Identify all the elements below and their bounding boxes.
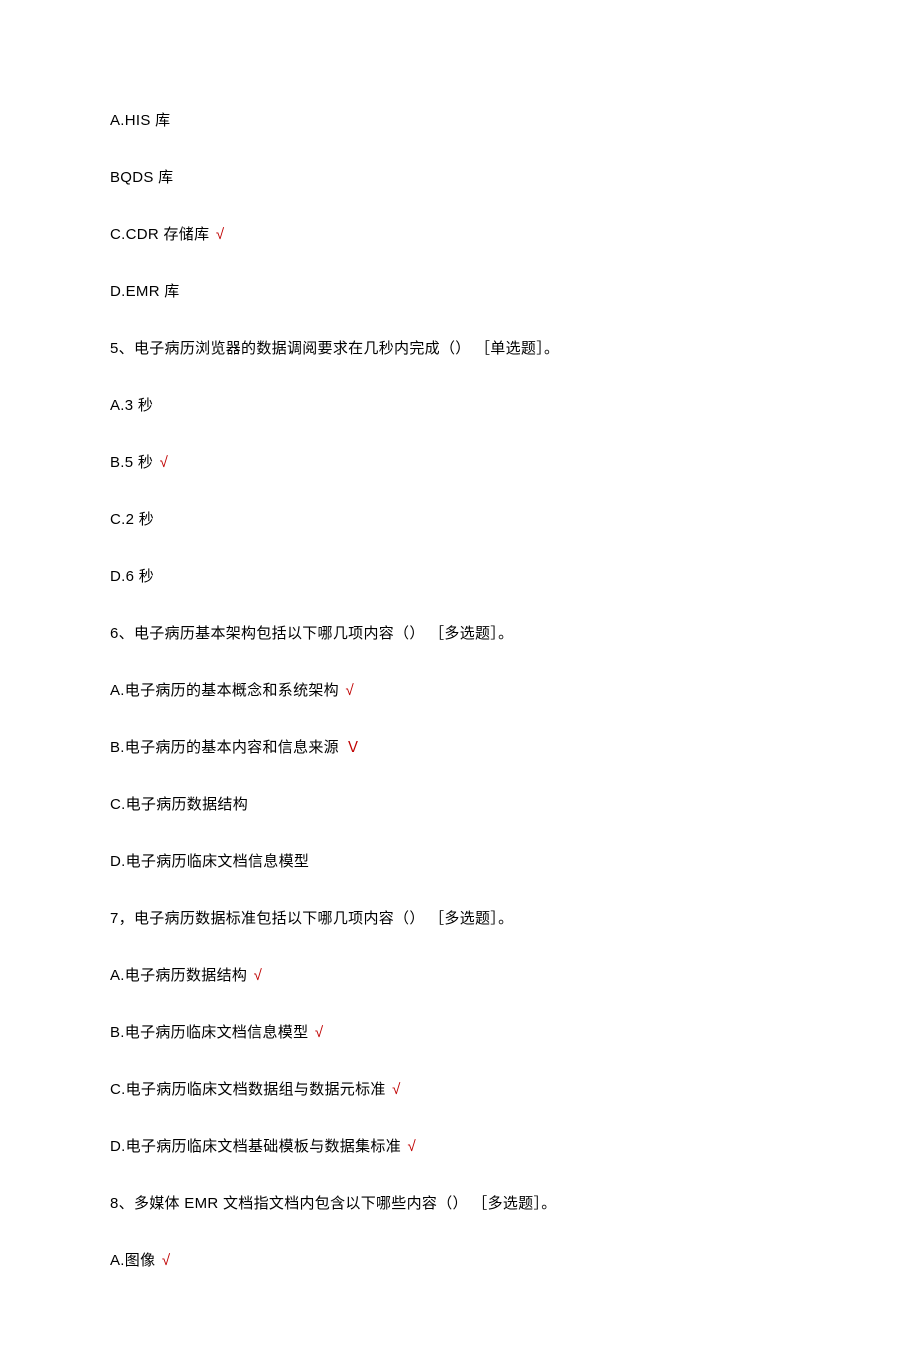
text-line: BQDS 库 [110, 167, 810, 188]
line-text: 6、电子病历基本架构包括以下哪几项内容（） ［多选题］。 [110, 625, 513, 642]
line-text: A.电子病历的基本概念和系统架构 [110, 682, 339, 699]
text-line: B.电子病历的基本内容和信息来源 Ｖ [110, 737, 810, 758]
text-line: A.图像 √ [110, 1250, 810, 1271]
line-text: A.图像 [110, 1252, 155, 1269]
line-text: C.CDR 存储库 [110, 226, 209, 243]
line-text: D.电子病历临床文档信息模型 [110, 853, 309, 870]
check-mark-icon: √ [315, 1024, 324, 1041]
line-text: D.电子病历临床文档基础模板与数据集标准 [110, 1138, 401, 1155]
line-text: D.EMR 库 [110, 283, 180, 300]
check-mark-icon: √ [160, 454, 169, 471]
line-text: 5、电子病历浏览器的数据调阅要求在几秒内完成（） ［单选题］。 [110, 340, 559, 357]
check-mark-icon: √ [162, 1252, 171, 1269]
line-text: C.电子病历临床文档数据组与数据元标准 [110, 1081, 386, 1098]
text-line: C.CDR 存储库 √ [110, 224, 810, 245]
text-line: A.电子病历的基本概念和系统架构 √ [110, 680, 810, 701]
text-line: 7，电子病历数据标准包括以下哪几项内容（） ［多选题］。 [110, 908, 810, 929]
document-page: A.HIS 库 BQDS 库 C.CDR 存储库 √ D.EMR 库 5、电子病历浏览器… [0, 0, 920, 1367]
check-mark-icon: Ｖ [345, 739, 360, 756]
text-line: D.6 秒 [110, 566, 810, 587]
text-line: B.5 秒 √ [110, 452, 810, 473]
text-line: A.3 秒 [110, 395, 810, 416]
check-mark-icon: √ [345, 682, 354, 699]
line-text: B.电子病历临床文档信息模型 [110, 1024, 308, 1041]
line-text: B.电子病历的基本内容和信息来源 [110, 739, 339, 756]
text-line: A.HIS 库 [110, 110, 810, 131]
line-text: BQDS 库 [110, 169, 173, 186]
line-text: A.3 秒 [110, 397, 153, 414]
check-mark-icon: √ [216, 226, 225, 243]
text-line: D.电子病历临床文档信息模型 [110, 851, 810, 872]
text-line: C.电子病历临床文档数据组与数据元标准 √ [110, 1079, 810, 1100]
line-text: D.6 秒 [110, 568, 154, 585]
line-text: B.5 秒 [110, 454, 153, 471]
check-mark-icon: √ [392, 1081, 401, 1098]
text-line: 5、电子病历浏览器的数据调阅要求在几秒内完成（） ［单选题］。 [110, 338, 810, 359]
text-line: B.电子病历临床文档信息模型 √ [110, 1022, 810, 1043]
line-text: A.电子病历数据结构 [110, 967, 247, 984]
text-line: A.电子病历数据结构 √ [110, 965, 810, 986]
text-line: C.电子病历数据结构 [110, 794, 810, 815]
text-line: 6、电子病历基本架构包括以下哪几项内容（） ［多选题］。 [110, 623, 810, 644]
check-mark-icon: √ [407, 1138, 416, 1155]
line-text: A.HIS 库 [110, 112, 170, 129]
line-text: 7，电子病历数据标准包括以下哪几项内容（） ［多选题］。 [110, 910, 513, 927]
line-text: 8、多媒体 EMR 文档指文档内包含以下哪些内容（） ［多选题］。 [110, 1195, 557, 1212]
text-line: D.电子病历临床文档基础模板与数据集标准 √ [110, 1136, 810, 1157]
text-line: 8、多媒体 EMR 文档指文档内包含以下哪些内容（） ［多选题］。 [110, 1193, 810, 1214]
line-text: C.电子病历数据结构 [110, 796, 248, 813]
line-text: C.2 秒 [110, 511, 154, 528]
text-line: D.EMR 库 [110, 281, 810, 302]
text-line: C.2 秒 [110, 509, 810, 530]
check-mark-icon: √ [254, 967, 263, 984]
